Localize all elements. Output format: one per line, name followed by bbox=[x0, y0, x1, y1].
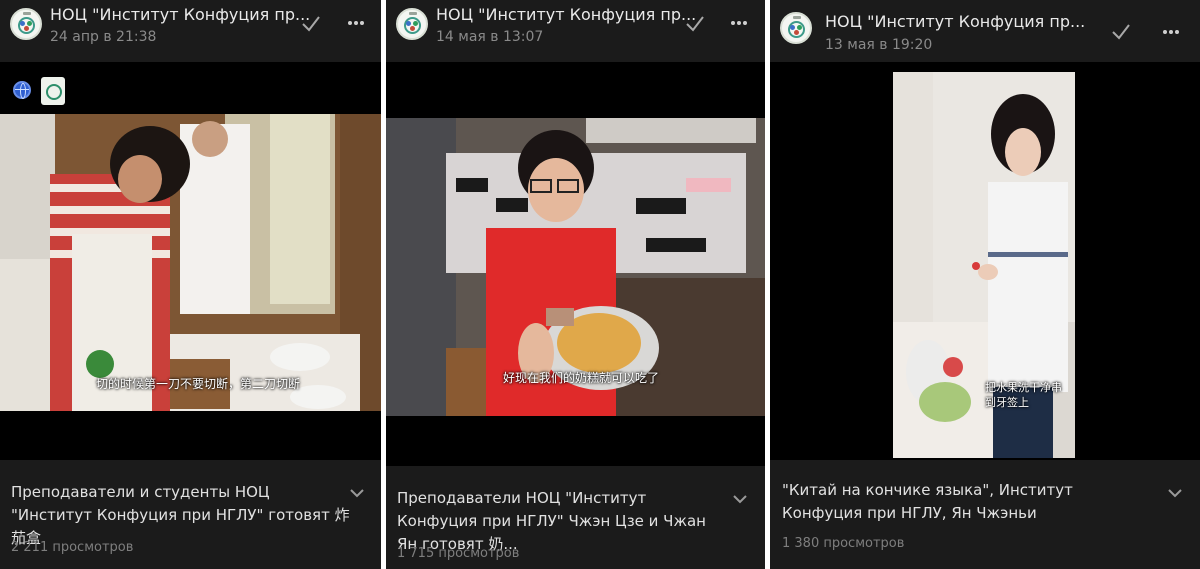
post-date[interactable]: 14 мая в 13:07 bbox=[436, 29, 543, 45]
author-name[interactable]: НОЦ "Институт Конфуция пр... bbox=[825, 12, 1085, 31]
post-header: НОЦ "Институт Конфуция пр... 13 мая в 19… bbox=[770, 0, 1200, 62]
more-icon[interactable] bbox=[730, 16, 748, 30]
video-thumbnail[interactable]: 切的时候第一刀不要切断，第二刀切断 bbox=[0, 114, 381, 411]
post-card-2: НОЦ "Институт Конфуция пр... 14 мая в 13… bbox=[386, 0, 765, 569]
post-date[interactable]: 24 апр в 21:38 bbox=[50, 29, 156, 45]
checkmark-icon[interactable] bbox=[1110, 21, 1132, 43]
post-caption-area: Преподаватели НОЦ "Институт Конфуция при… bbox=[386, 466, 765, 569]
avatar[interactable] bbox=[396, 8, 428, 40]
letterbox bbox=[0, 411, 381, 460]
post-card-1: НОЦ "Институт Конфуция пр... 24 апр в 21… bbox=[0, 0, 381, 569]
post-caption-area: Преподаватели и студенты НОЦ "Институт К… bbox=[0, 460, 381, 569]
view-count: 2 211 просмотров bbox=[11, 540, 134, 555]
author-name[interactable]: НОЦ "Институт Конфуция пр... bbox=[436, 5, 696, 24]
post-date[interactable]: 13 мая в 19:20 bbox=[825, 37, 932, 53]
post-card-3: НОЦ "Институт Конфуция пр... 13 мая в 19… bbox=[770, 0, 1200, 569]
more-icon[interactable] bbox=[347, 16, 365, 30]
avatar[interactable] bbox=[780, 12, 812, 44]
more-icon[interactable] bbox=[1162, 25, 1180, 39]
view-count: 1 715 просмотров bbox=[397, 546, 520, 561]
chevron-down-icon[interactable] bbox=[733, 494, 747, 504]
globe-icon bbox=[13, 81, 31, 99]
post-header: НОЦ "Институт Конфуция пр... 14 мая в 13… bbox=[386, 0, 765, 62]
video-subtitle: 把水果洗干净串到牙签上 bbox=[985, 381, 1062, 409]
video-subtitle: 切的时候第一刀不要切断，第二刀切断 bbox=[96, 377, 301, 391]
video-frame bbox=[0, 114, 381, 411]
video-thumbnail[interactable]: 好现在我们的奶糕就可以吃了 bbox=[386, 118, 765, 416]
attachment-icons bbox=[0, 62, 381, 114]
checkmark-icon[interactable] bbox=[684, 13, 706, 35]
view-count: 1 380 просмотров bbox=[782, 536, 905, 551]
post-header: НОЦ "Институт Конфуция пр... 24 апр в 21… bbox=[0, 0, 381, 62]
letterbox bbox=[386, 62, 765, 118]
chevron-down-icon[interactable] bbox=[350, 488, 364, 498]
author-name[interactable]: НОЦ "Институт Конфуция пр... bbox=[50, 5, 310, 24]
logo-icon bbox=[41, 77, 65, 105]
letterbox bbox=[386, 416, 765, 466]
avatar[interactable] bbox=[10, 8, 42, 40]
post-caption-area: "Китай на кончике языка", Институт Конфу… bbox=[770, 460, 1200, 569]
chevron-down-icon[interactable] bbox=[1168, 488, 1182, 498]
post-caption[interactable]: "Китай на кончике языка", Институт Конфу… bbox=[782, 479, 1150, 525]
video-subtitle: 好现在我们的奶糕就可以吃了 bbox=[503, 371, 660, 385]
video-thumbnail[interactable]: 把水果洗干净串到牙签上 bbox=[893, 72, 1075, 458]
checkmark-icon[interactable] bbox=[300, 13, 322, 35]
